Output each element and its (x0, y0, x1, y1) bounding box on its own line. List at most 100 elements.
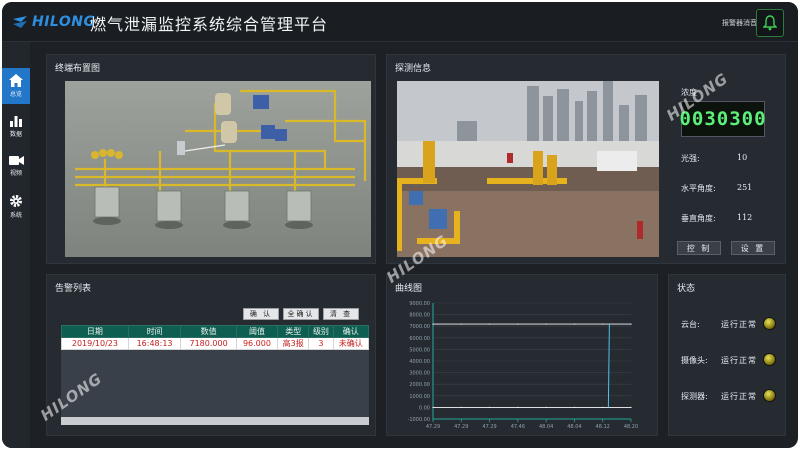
horizontal-angle-label: 水平角度: (681, 184, 716, 193)
bar-chart-icon (10, 115, 22, 127)
sidebar-item-system[interactable]: 系统 (2, 188, 30, 224)
light-intensity-label: 光强: (681, 154, 700, 163)
video-camera-icon (8, 156, 24, 165)
x-tick-label: 48.04 (539, 424, 553, 430)
detection-panel-title: 探测信息 (395, 64, 432, 74)
status-panel-title: 状态 (677, 284, 696, 294)
plant-layout-image (65, 81, 371, 257)
y-tick-label: 8000.00 (409, 313, 430, 319)
y-tick-label: 3000.00 (409, 371, 430, 377)
alarm-date-cell: 2019/10/23 (61, 337, 129, 350)
series-point (460, 406, 462, 408)
series-point (460, 323, 462, 325)
alarm-level-cell: 3 (308, 337, 334, 350)
series-point (517, 323, 519, 325)
y-tick-label: 4000.00 (409, 359, 430, 365)
camera-status-indicator (763, 353, 776, 366)
sidebar-item-label: 系统 (9, 211, 22, 219)
y-tick-label: 6000.00 (409, 336, 430, 342)
column-header[interactable]: 日期 (61, 325, 129, 338)
status-panel: 状态 云台: 运行正常 摄像头: 运行正常 探测器: 运行正常 (668, 274, 786, 436)
detector-status-indicator (763, 389, 776, 402)
clear-button[interactable]: 清 查 (323, 308, 359, 320)
alarm-panel: 告警列表 确 认 全确认 清 查 日期 时间 数值 阈值 类型 级别 确认 20… (46, 274, 376, 436)
sidebar-item-label: 视频 (9, 170, 22, 177)
camera-status-label: 摄像头: (681, 356, 708, 365)
series-point (488, 323, 491, 325)
series-point (488, 406, 491, 408)
vertical-angle-label: 垂直角度: (681, 214, 716, 223)
series-point (573, 323, 576, 325)
curve-panel: 曲线图 9000.00 8000.00 7000.00 6000.00 5000.00 4… (386, 274, 658, 436)
curve-panel-title: 曲线图 (395, 284, 423, 294)
y-tick-label: -1000.00 (408, 417, 430, 423)
y-tick-label: 1000.00 (409, 394, 430, 400)
x-tick-label: 48.04 (567, 424, 581, 430)
y-tick-label: 2000.00 (409, 382, 430, 388)
alarm-mute-label: 报警器消音 (722, 19, 757, 27)
layout-panel-title: 终端布置图 (55, 64, 101, 74)
alarm-panel-title: 告警列表 (55, 284, 92, 294)
column-header[interactable]: 时间 (127, 325, 182, 338)
light-intensity-value: 10 (737, 153, 748, 162)
camera-feed[interactable] (397, 81, 659, 257)
sidebar-item-overview[interactable]: 总览 (2, 68, 30, 104)
app-window: HILONG 燃气泄漏监控系统综合管理平台 报警器消音 总览 数据 视频 系统 … (2, 2, 798, 448)
alarm-mute-button[interactable] (756, 9, 784, 37)
control-button[interactable]: 控 制 (677, 241, 721, 255)
confirm-all-button[interactable]: 全确认 (283, 308, 319, 320)
top-header: HILONG 燃气泄漏监控系统综合管理平台 报警器消音 (2, 2, 798, 42)
brand-logo: HILONG (12, 12, 95, 32)
ptz-status-value: 运行正常 (721, 320, 757, 329)
series-point (432, 406, 434, 408)
settings-button[interactable]: 设 置 (731, 241, 775, 255)
alarm-value-cell: 7180.000 (180, 337, 237, 350)
column-header[interactable]: 确认 (332, 325, 369, 338)
sidebar-item-data[interactable]: 数据 (2, 108, 30, 144)
detector-status-value: 运行正常 (721, 392, 757, 401)
camera-feed-image (397, 81, 659, 257)
sidebar-item-video[interactable]: 视频 (2, 148, 30, 184)
y-tick-label: 0.00 (419, 405, 430, 411)
column-header[interactable]: 数值 (180, 325, 237, 338)
layout-panel: 终端布置图 (46, 54, 376, 264)
series-point (517, 406, 519, 408)
x-tick-label: 47.46 (511, 424, 525, 430)
ptz-status-label: 云台: (681, 320, 700, 329)
alarm-table-header: 日期 时间 数值 阈值 类型 级别 确认 (61, 325, 369, 338)
series-point (630, 323, 632, 325)
column-header[interactable]: 类型 (277, 325, 310, 338)
sidebar: 总览 数据 视频 系统 (2, 42, 30, 448)
series-point (545, 323, 547, 325)
x-tick-label: 47.29 (426, 424, 440, 430)
horizontal-angle-value: 251 (737, 183, 753, 192)
horizontal-scrollbar[interactable] (61, 417, 369, 425)
curve-chart: 9000.00 8000.00 7000.00 6000.00 5000.00 4000.… (408, 301, 639, 430)
x-tick-label: 47.29 (482, 424, 496, 430)
logo-text: HILONG (32, 14, 96, 30)
alarm-threshold-cell: 96.000 (235, 337, 279, 350)
alarm-time-cell: 16:48:13 (127, 337, 182, 350)
y-tick-label: 7000.00 (409, 324, 430, 330)
series-point (573, 406, 576, 408)
series-point (545, 406, 547, 408)
table-row[interactable]: 2019/10/23 16:48:13 7180.000 96.000 高3报 … (61, 337, 369, 350)
sidebar-item-label: 数据 (9, 130, 22, 138)
sidebar-item-label: 总览 (9, 91, 22, 98)
spike-line (607, 324, 610, 408)
gear-icon (10, 194, 22, 207)
confirm-button[interactable]: 确 认 (243, 308, 279, 320)
series-point (602, 323, 604, 325)
column-header[interactable]: 级别 (308, 325, 334, 338)
alarm-confirm-cell: 未确认 (332, 337, 369, 350)
series-point (432, 323, 434, 325)
alarm-table: 日期 时间 数值 阈值 类型 级别 确认 2019/10/23 16:48:13… (61, 325, 369, 350)
x-tick-label: 48.12 (596, 424, 610, 430)
ptz-status-indicator (763, 317, 776, 330)
app-title: 燃气泄漏监控系统综合管理平台 (90, 15, 329, 34)
x-tick-label: 48.20 (624, 424, 638, 430)
series-point (630, 406, 632, 408)
y-tick-label: 5000.00 (409, 347, 430, 353)
detector-status-label: 探测器: (681, 392, 708, 401)
column-header[interactable]: 阈值 (235, 325, 279, 338)
